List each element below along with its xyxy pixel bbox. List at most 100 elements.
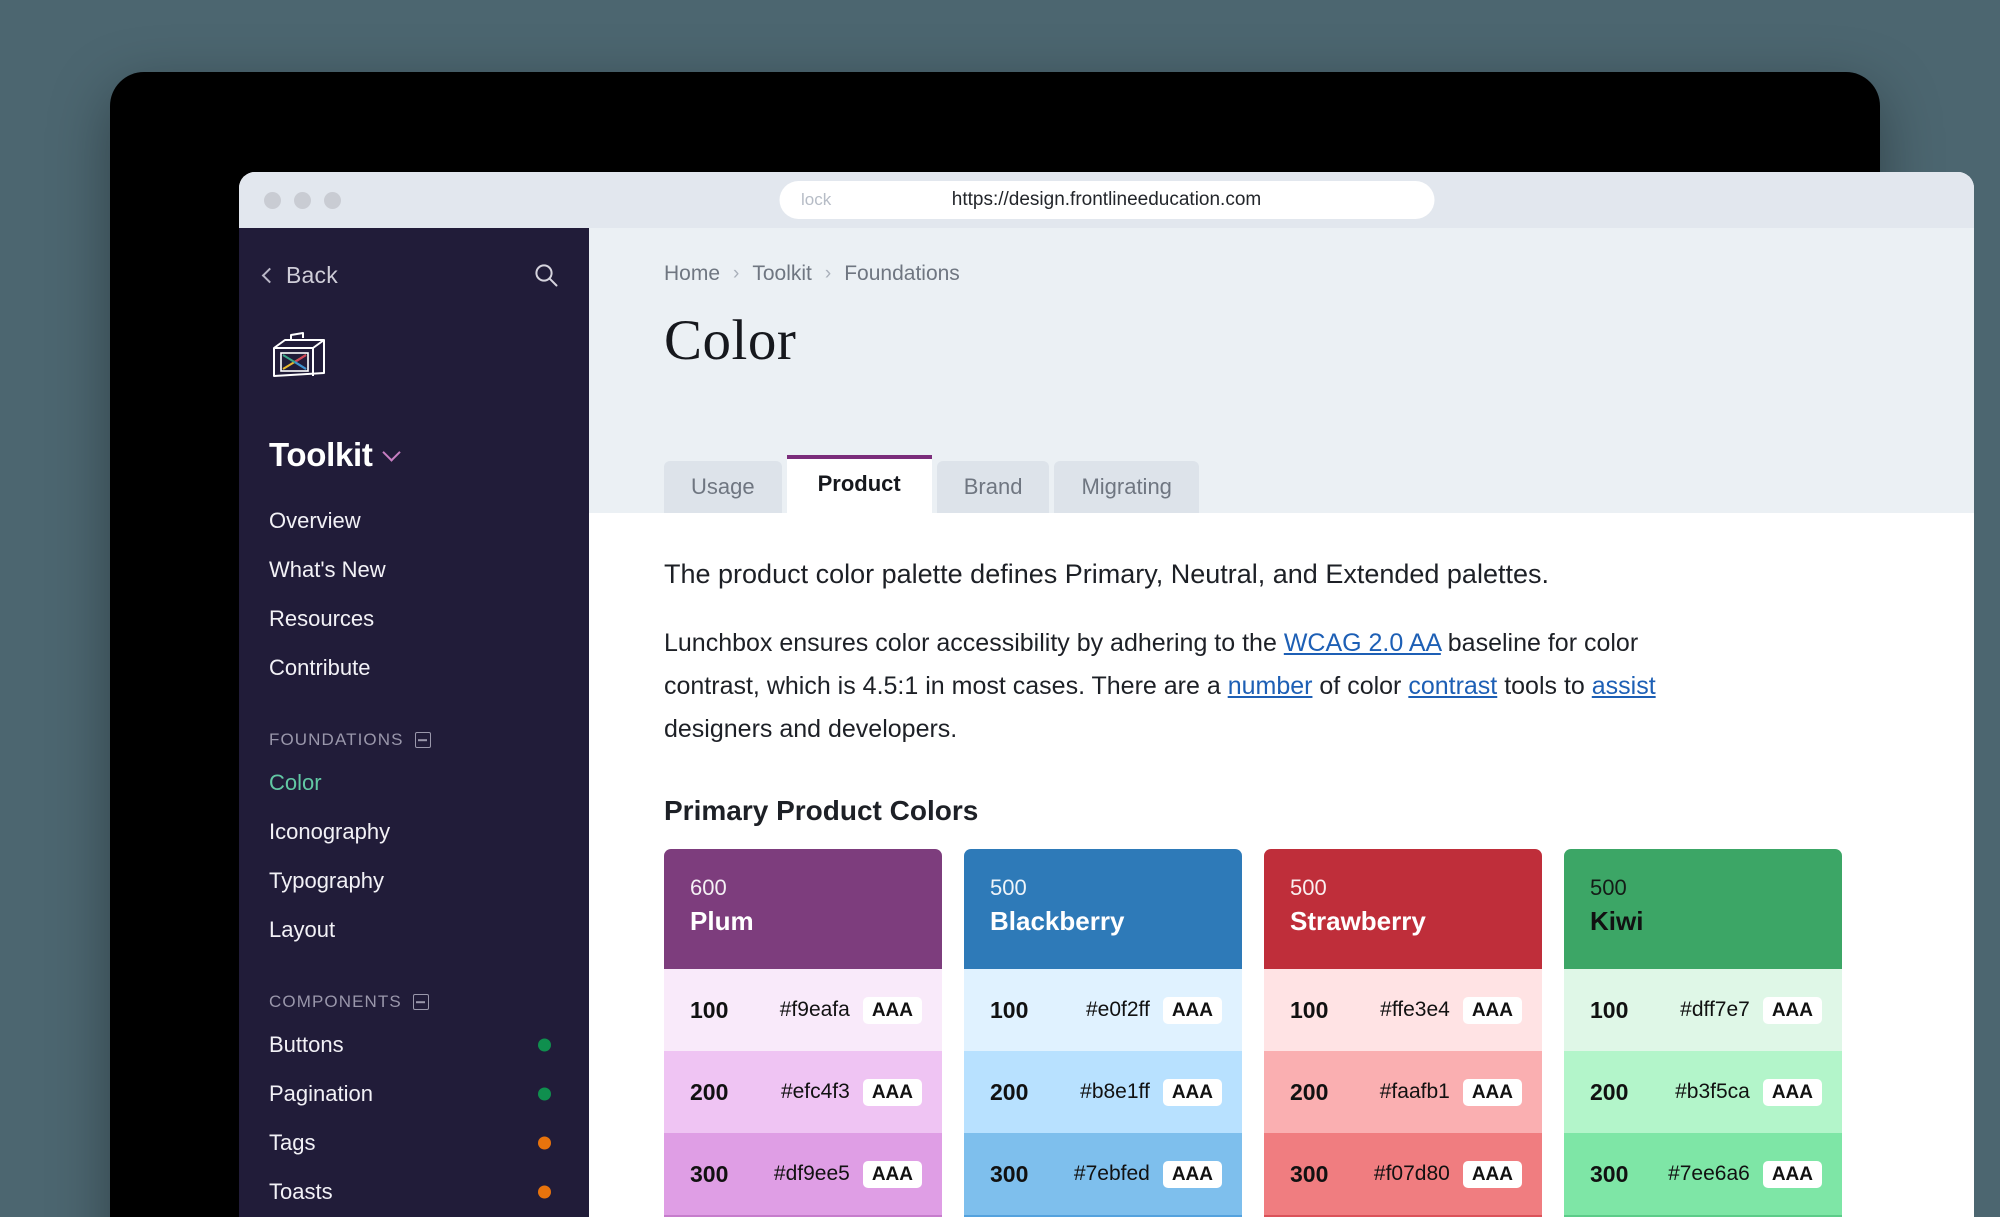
tab-brand[interactable]: Brand: [936, 461, 1050, 513]
link-assist[interactable]: assist: [1592, 672, 1656, 700]
swatch-hex: #7ebfed: [1073, 1162, 1150, 1186]
contrast-badge: AAA: [862, 1160, 922, 1188]
breadcrumb-separator-icon: ›: [824, 263, 832, 284]
palette-card-kiwi: 500 Kiwi 100 #dff7e7 AAA 200 #b3f5ca AAA 300 #7ee…: [1564, 849, 1842, 1217]
swatch-hex: #dff7e7: [1680, 998, 1750, 1022]
palette-row[interactable]: 100 #f9eafa AAA: [664, 969, 942, 1052]
palette-card-strawberry: 500 Strawberry 100 #ffe3e4 AAA 200 #faafb1 AAA 3…: [1264, 849, 1542, 1217]
swatch-weight: 300: [1290, 1160, 1329, 1187]
page-header: Home › Toolkit › Foundations Color Usage…: [589, 228, 1974, 513]
contrast-badge: AAA: [862, 996, 922, 1024]
brand-selector[interactable]: Toolkit: [269, 436, 589, 474]
swatch-weight: 300: [1590, 1160, 1629, 1187]
breadcrumb-item-home[interactable]: Home: [664, 262, 720, 286]
link-wcag[interactable]: WCAG 2.0 AA: [1284, 629, 1441, 657]
paragraph-text: designers and developers.: [664, 715, 958, 744]
sidebar-item-tags[interactable]: Tags: [239, 1118, 589, 1167]
palette-header: 500 Kiwi: [1564, 849, 1842, 970]
lunchbox-logo-icon[interactable]: [269, 326, 331, 388]
breadcrumb-item-toolkit[interactable]: Toolkit: [752, 262, 812, 286]
sidebar-group-components[interactable]: COMPONENTS: [239, 992, 589, 1012]
main-body: The product color palette defines Primar…: [589, 513, 1974, 1217]
palette-grid: 600 Plum 100 #f9eafa AAA 200 #efc4f3 AAA 300 #df9…: [664, 849, 1974, 1217]
back-label: Back: [286, 261, 338, 288]
contrast-badge: AAA: [1762, 996, 1822, 1024]
sidebar-item-layout[interactable]: Layout: [239, 905, 589, 954]
sidebar-item-label: Color: [269, 769, 322, 795]
palette-row[interactable]: 300 #7ee6a6 AAA: [1564, 1133, 1842, 1216]
sidebar-item-toasts[interactable]: Toasts: [239, 1167, 589, 1216]
sidebar-item-what-s-new[interactable]: What's New: [239, 545, 589, 594]
back-button[interactable]: Back: [261, 261, 338, 289]
sidebar-item-iconography[interactable]: Iconography: [239, 807, 589, 856]
link-number[interactable]: number: [1228, 672, 1313, 700]
tab-migrating[interactable]: Migrating: [1054, 461, 1199, 513]
sidebar-item-label: Contribute: [269, 654, 371, 680]
status-dot: [538, 1038, 551, 1051]
palette-row[interactable]: 100 #dff7e7 AAA: [1564, 969, 1842, 1052]
palette-row[interactable]: 100 #e0f2ff AAA: [964, 969, 1242, 1052]
brand-name: Toolkit: [269, 436, 373, 473]
laptop-bezel: lock https://design.frontlineeducation.c…: [110, 72, 1974, 1217]
swatch-weight: 300: [690, 1160, 729, 1187]
sidebar-group-foundations[interactable]: FOUNDATIONS: [239, 730, 589, 750]
sidebar-item-label: Iconography: [269, 818, 391, 844]
palette-row[interactable]: 300 #f07d80 AAA: [1264, 1133, 1542, 1216]
palette-row[interactable]: 200 #faafb1 AAA: [1264, 1051, 1542, 1134]
swatch-hex: #b8e1ff: [1080, 1080, 1150, 1104]
palette-header: 600 Plum: [664, 849, 942, 970]
breadcrumb-separator-icon: ›: [733, 263, 740, 284]
sidebar-item-buttons[interactable]: Buttons: [239, 1020, 589, 1069]
contrast-badge: AAA: [1162, 996, 1222, 1024]
tab-usage[interactable]: Usage: [664, 461, 782, 513]
tab-label: Product: [817, 471, 901, 496]
swatch-hex: #ffe3e4: [1380, 998, 1450, 1022]
tab-product[interactable]: Product: [786, 455, 932, 513]
collapse-minus-icon[interactable]: [414, 732, 431, 748]
sidebar-item-pagination[interactable]: Pagination: [239, 1069, 589, 1118]
collapse-minus-icon[interactable]: [412, 994, 429, 1010]
palette-header-weight: 500: [990, 875, 1027, 901]
sidebar-item-overview[interactable]: Overview: [239, 496, 589, 545]
search-icon[interactable]: [533, 262, 559, 288]
content-area: Home › Toolkit › Foundations Color Usage…: [589, 228, 1974, 1217]
swatch-weight: 100: [690, 996, 729, 1023]
zoom-window-button[interactable]: [324, 191, 341, 209]
address-bar-url: https://design.frontlineeducation.com: [951, 189, 1262, 210]
swatch-weight: 200: [690, 1078, 729, 1105]
palette-row[interactable]: 200 #b3f5ca AAA: [1564, 1051, 1842, 1134]
breadcrumb-item-foundations[interactable]: Foundations: [844, 262, 960, 286]
contrast-badge: AAA: [1462, 1160, 1522, 1188]
palette-header: 500 Strawberry: [1264, 849, 1542, 970]
palette-row[interactable]: 300 #df9ee5 AAA: [664, 1133, 942, 1216]
palette-row[interactable]: 300 #7ebfed AAA: [964, 1133, 1242, 1216]
intro-paragraph: Lunchbox ensures color accessibility by …: [664, 622, 1664, 751]
swatch-hex: #efc4f3: [780, 1080, 850, 1104]
status-dot: [538, 1136, 551, 1149]
sidebar: Back Toolkit Overview What's New Resourc…: [239, 228, 589, 1217]
palette-row[interactable]: 100 #ffe3e4 AAA: [1264, 969, 1542, 1052]
contrast-badge: AAA: [1462, 1078, 1522, 1106]
browser-chrome: lock https://design.frontlineeducation.c…: [239, 172, 1974, 228]
palette-header: 500 Blackberry: [964, 849, 1242, 970]
swatch-hex: #df9ee5: [773, 1162, 850, 1186]
address-bar[interactable]: lock https://design.frontlineeducation.c…: [779, 181, 1434, 219]
chevron-down-icon: [381, 442, 401, 462]
palette-header-weight: 500: [1290, 875, 1327, 901]
paragraph-text: of color: [1312, 672, 1409, 701]
minimize-window-button[interactable]: [294, 191, 311, 209]
paragraph-text: tools to: [1497, 672, 1592, 701]
swatch-weight: 300: [990, 1160, 1029, 1187]
tab-label: Usage: [691, 474, 755, 499]
close-window-button[interactable]: [264, 191, 281, 209]
contrast-badge: AAA: [1762, 1160, 1822, 1188]
sidebar-item-color[interactable]: Color: [239, 758, 589, 807]
palette-row[interactable]: 200 #efc4f3 AAA: [664, 1051, 942, 1134]
sidebar-item-resources[interactable]: Resources: [239, 594, 589, 643]
palette-row[interactable]: 200 #b8e1ff AAA: [964, 1051, 1242, 1134]
sidebar-item-contribute[interactable]: Contribute: [239, 643, 589, 692]
contrast-badge: AAA: [1162, 1078, 1222, 1106]
sidebar-item-typography[interactable]: Typography: [239, 856, 589, 905]
link-contrast[interactable]: contrast: [1408, 672, 1497, 700]
swatch-weight: 100: [1290, 996, 1329, 1023]
